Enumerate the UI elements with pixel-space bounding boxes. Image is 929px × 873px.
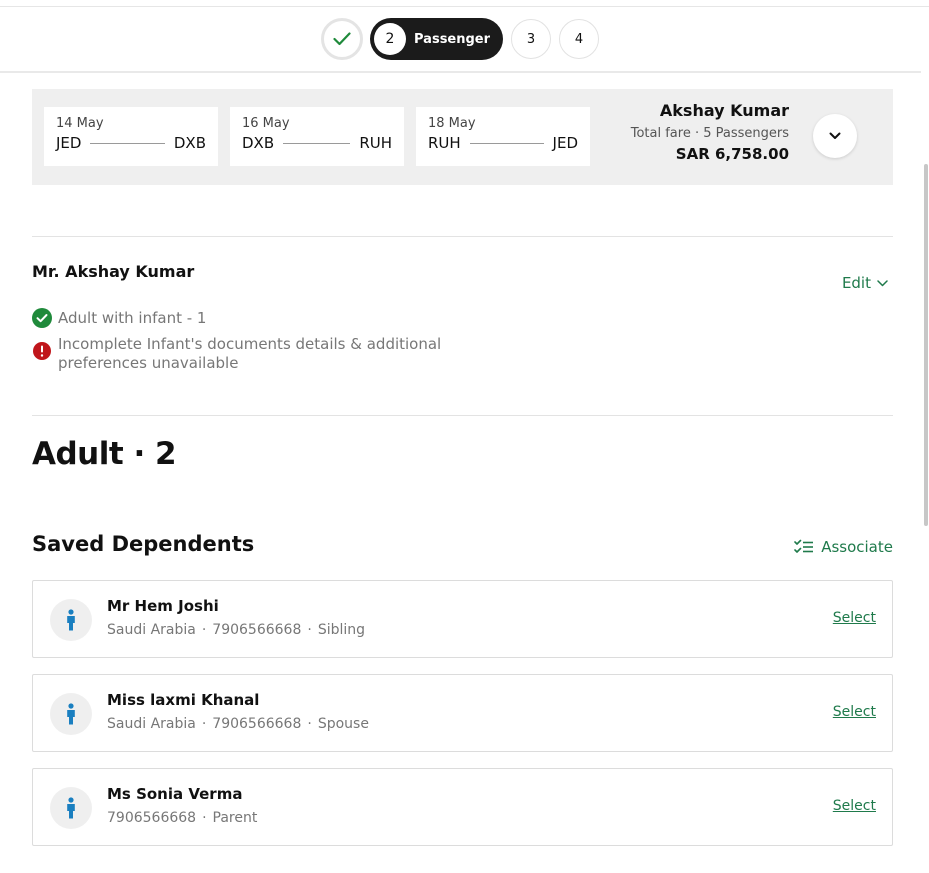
- route-line: [283, 142, 351, 144]
- step-1-completed[interactable]: [321, 18, 363, 60]
- leg-date: 16 May: [242, 116, 290, 131]
- select-dependent-link[interactable]: Select: [833, 704, 876, 720]
- check-icon: [333, 32, 351, 46]
- step-2-active[interactable]: 2 Passenger: [370, 18, 503, 60]
- dependent-relation: Spouse: [317, 716, 369, 732]
- lead-passenger-name: Akshay Kumar: [659, 101, 789, 120]
- avatar: [50, 693, 92, 735]
- flight-leg-2: 16 May DXB RUH: [230, 107, 404, 166]
- documents-warning-text: Incomplete Infant's documents details & …: [58, 335, 442, 372]
- avatar: [50, 787, 92, 829]
- dependent-details: 7906566668 · Parent: [107, 810, 258, 826]
- leg-route: RUH JED: [428, 134, 578, 152]
- adult-section-title: Adult · 2: [32, 436, 177, 472]
- leg-route: JED DXB: [56, 134, 206, 152]
- top-divider: [0, 6, 929, 7]
- infant-status-text: Adult with infant - 1: [58, 309, 207, 327]
- documents-warning: Incomplete Infant's documents details & …: [32, 335, 492, 373]
- section-divider: [32, 236, 893, 237]
- chevron-down-icon: [829, 132, 841, 139]
- select-dependent-link[interactable]: Select: [833, 798, 876, 814]
- fare-label: Total fare · 5 Passengers: [630, 126, 789, 141]
- leg-origin: RUH: [428, 134, 461, 152]
- fare-summary: Akshay Kumar Total fare · 5 Passengers S…: [631, 101, 789, 163]
- leg-route: DXB RUH: [242, 134, 392, 152]
- leg-destination: DXB: [173, 134, 206, 152]
- select-dependent-link[interactable]: Select: [833, 610, 876, 626]
- leg-destination: JED: [552, 134, 578, 152]
- total-fare: SAR 6,758.00: [675, 145, 789, 163]
- dependent-relation: Sibling: [317, 622, 366, 638]
- step-2-number: 2: [374, 23, 406, 55]
- person-icon: [67, 703, 75, 725]
- dependent-card: Mr Hem Joshi Saudi Arabia · 7906566668 · Sib…: [32, 580, 893, 658]
- person-icon: [67, 797, 75, 819]
- check-circle-icon: [32, 308, 52, 328]
- dependent-card: Miss laxmi Khanal Saudi Arabia · 790656666…: [32, 674, 893, 752]
- header-divider: [0, 71, 921, 73]
- scrollbar[interactable]: [921, 72, 929, 873]
- person-icon: [67, 609, 75, 631]
- edit-label: Edit: [841, 274, 871, 292]
- avatar: [50, 599, 92, 641]
- step-4[interactable]: 4: [559, 19, 599, 59]
- leg-origin: JED: [56, 134, 82, 152]
- associate-button[interactable]: Associate: [794, 538, 893, 556]
- passenger-name: Mr. Akshay Kumar: [32, 262, 195, 281]
- section-divider: [32, 415, 893, 416]
- booking-stepper: 2 Passenger 3 4: [321, 18, 599, 60]
- checklist-icon: [794, 539, 814, 553]
- expand-summary-button[interactable]: [813, 114, 857, 158]
- trip-summary: 14 May JED DXB 16 May DXB RUH 18 May RUH…: [32, 89, 893, 185]
- leg-destination: RUH: [359, 134, 392, 152]
- leg-date: 18 May: [428, 116, 476, 131]
- dependent-phone: 7906566668: [212, 622, 302, 638]
- dependent-relation: Parent: [212, 810, 258, 826]
- edit-passenger-button[interactable]: Edit: [842, 274, 888, 292]
- dependent-country: Saudi Arabia: [107, 716, 196, 732]
- dependent-name: Mr Hem Joshi: [107, 597, 219, 615]
- flight-leg-3: 18 May RUH JED: [416, 107, 590, 166]
- leg-origin: DXB: [242, 134, 275, 152]
- route-line: [90, 142, 165, 144]
- dependent-country: Saudi Arabia: [107, 622, 196, 638]
- route-line: [469, 142, 544, 144]
- step-3[interactable]: 3: [511, 19, 551, 59]
- dependent-details: Saudi Arabia · 7906566668 · Spouse: [107, 716, 369, 732]
- step-2-label: Passenger: [414, 31, 491, 47]
- dependent-card: Ms Sonia Verma 7906566668 · Parent Select: [32, 768, 893, 846]
- saved-dependents-title: Saved Dependents: [32, 532, 255, 556]
- dependent-phone: 7906566668: [107, 810, 197, 826]
- alert-circle-icon: [33, 342, 51, 360]
- flight-leg-1: 14 May JED DXB: [44, 107, 218, 166]
- infant-status: Adult with infant - 1: [32, 308, 206, 328]
- dependent-name: Ms Sonia Verma: [107, 785, 243, 803]
- leg-date: 14 May: [56, 116, 104, 131]
- dependent-phone: 7906566668: [212, 716, 302, 732]
- dependent-details: Saudi Arabia · 7906566668 · Sibling: [107, 622, 366, 638]
- scrollbar-thumb[interactable]: [924, 164, 928, 526]
- chevron-down-icon: [877, 279, 888, 286]
- dependent-name: Miss laxmi Khanal: [107, 691, 260, 709]
- associate-label: Associate: [821, 538, 893, 556]
